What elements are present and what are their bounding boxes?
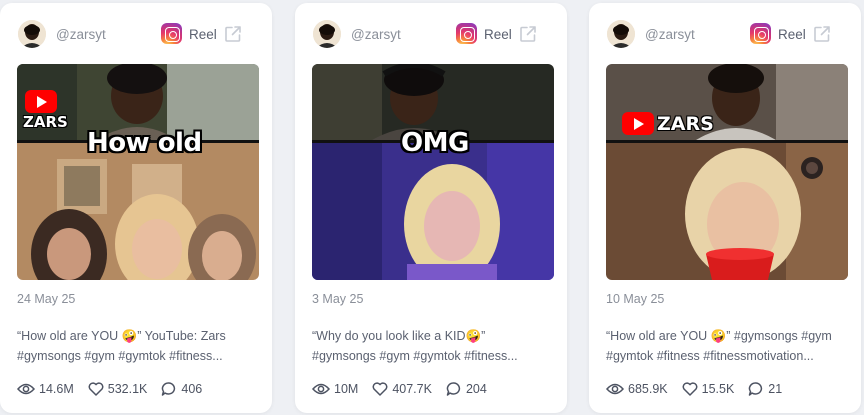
comments-stat: 204 — [446, 381, 487, 397]
likes-count: 532.1K — [107, 382, 148, 396]
post-caption: “Why do you look like a KID🤪” #gymsongs … — [312, 326, 554, 366]
views-count: 14.6M — [39, 382, 74, 396]
platform-label: Reel — [484, 27, 512, 42]
likes-stat: 407.7K — [372, 382, 432, 396]
video-thumbnail[interactable]: ZARS How old — [17, 64, 259, 280]
caption-line: “How old are YOU 🤪” YouTube: Zars — [17, 329, 226, 343]
views-count: 685.9K — [628, 382, 668, 396]
heart-icon — [88, 382, 104, 396]
caption-line: “Why do you look like a KID🤪” — [312, 329, 486, 343]
badge-text: ZARS — [23, 113, 68, 131]
post-date: 24 May 25 — [17, 292, 76, 306]
instagram-icon — [161, 23, 182, 44]
caption-line: “How old are YOU 🤪” #gymsongs #gym — [606, 329, 832, 343]
likes-count: 407.7K — [392, 382, 432, 396]
username[interactable]: @zarsyt — [645, 27, 695, 42]
platform-label: Reel — [189, 27, 217, 42]
post-stats: 685.9K 15.5K 21 — [606, 380, 796, 398]
external-link-icon[interactable] — [813, 25, 831, 43]
avatar[interactable] — [607, 20, 635, 48]
comments-count: 406 — [181, 382, 203, 396]
likes-count: 15.5K — [701, 382, 735, 396]
external-link-icon[interactable] — [224, 25, 242, 43]
post-stats: 14.6M 532.1K 406 — [17, 380, 216, 398]
instagram-icon — [456, 23, 477, 44]
likes-stat: 532.1K — [88, 382, 148, 396]
video-thumbnail[interactable]: ZARS — [606, 64, 848, 280]
comment-icon — [446, 382, 461, 396]
card-header: @zarsyt Reel — [0, 3, 272, 63]
caption-line: #gymtok #fitness #fitnessmotivation... — [606, 349, 814, 363]
eye-icon — [312, 383, 330, 395]
card-header: @zarsyt Reel — [589, 3, 861, 63]
username[interactable]: @zarsyt — [351, 27, 401, 42]
comments-stat: 21 — [748, 381, 782, 397]
comments-count: 204 — [465, 382, 487, 396]
post-caption: “How old are YOU 🤪” #gymsongs #gym #gymt… — [606, 326, 848, 366]
likes-stat: 15.5K — [682, 382, 735, 396]
heart-icon — [372, 382, 388, 396]
caption-line: #gymsongs #gym #gymtok #fitness... — [17, 349, 223, 363]
post-card[interactable]: @zarsyt Reel ZARS 10 May 25 “How old are… — [589, 3, 861, 413]
views-stat: 10M — [312, 382, 358, 396]
youtube-icon — [622, 112, 654, 135]
video-thumbnail[interactable]: OMG — [312, 64, 554, 280]
views-stat: 14.6M — [17, 382, 74, 396]
platform-label: Reel — [778, 27, 806, 42]
external-link-icon[interactable] — [519, 25, 537, 43]
post-date: 10 May 25 — [606, 292, 665, 306]
caption-line: #gymsongs #gym #gymtok #fitness... — [312, 349, 518, 363]
post-date: 3 May 25 — [312, 292, 364, 306]
eye-icon — [606, 383, 624, 395]
youtube-badge: ZARS — [622, 112, 714, 135]
post-card[interactable]: @zarsyt Reel OMG 3 May 25 “Why do you lo… — [295, 3, 567, 413]
post-card[interactable]: @zarsyt Reel ZARS How old 24 May 25 “How… — [0, 3, 272, 413]
heart-icon — [682, 382, 698, 396]
youtube-icon — [25, 90, 57, 113]
comments-stat: 406 — [161, 381, 202, 397]
comments-count: 21 — [768, 382, 783, 396]
comment-icon — [162, 382, 176, 396]
comment-icon — [749, 382, 763, 396]
views-stat: 685.9K — [606, 382, 668, 396]
video-overlay-text: OMG — [401, 128, 469, 158]
post-caption: “How old are YOU 🤪” YouTube: Zars #gymso… — [17, 326, 259, 366]
instagram-icon — [750, 23, 771, 44]
avatar[interactable] — [18, 20, 46, 48]
username[interactable]: @zarsyt — [56, 27, 106, 42]
post-stats: 10M 407.7K 204 — [312, 380, 501, 398]
badge-text: ZARS — [657, 112, 714, 135]
avatar[interactable] — [313, 20, 341, 48]
eye-icon — [17, 383, 35, 395]
video-overlay-text: How old — [87, 128, 202, 158]
youtube-badge: ZARS — [23, 90, 68, 131]
views-count: 10M — [334, 382, 359, 396]
card-header: @zarsyt Reel — [295, 3, 567, 63]
